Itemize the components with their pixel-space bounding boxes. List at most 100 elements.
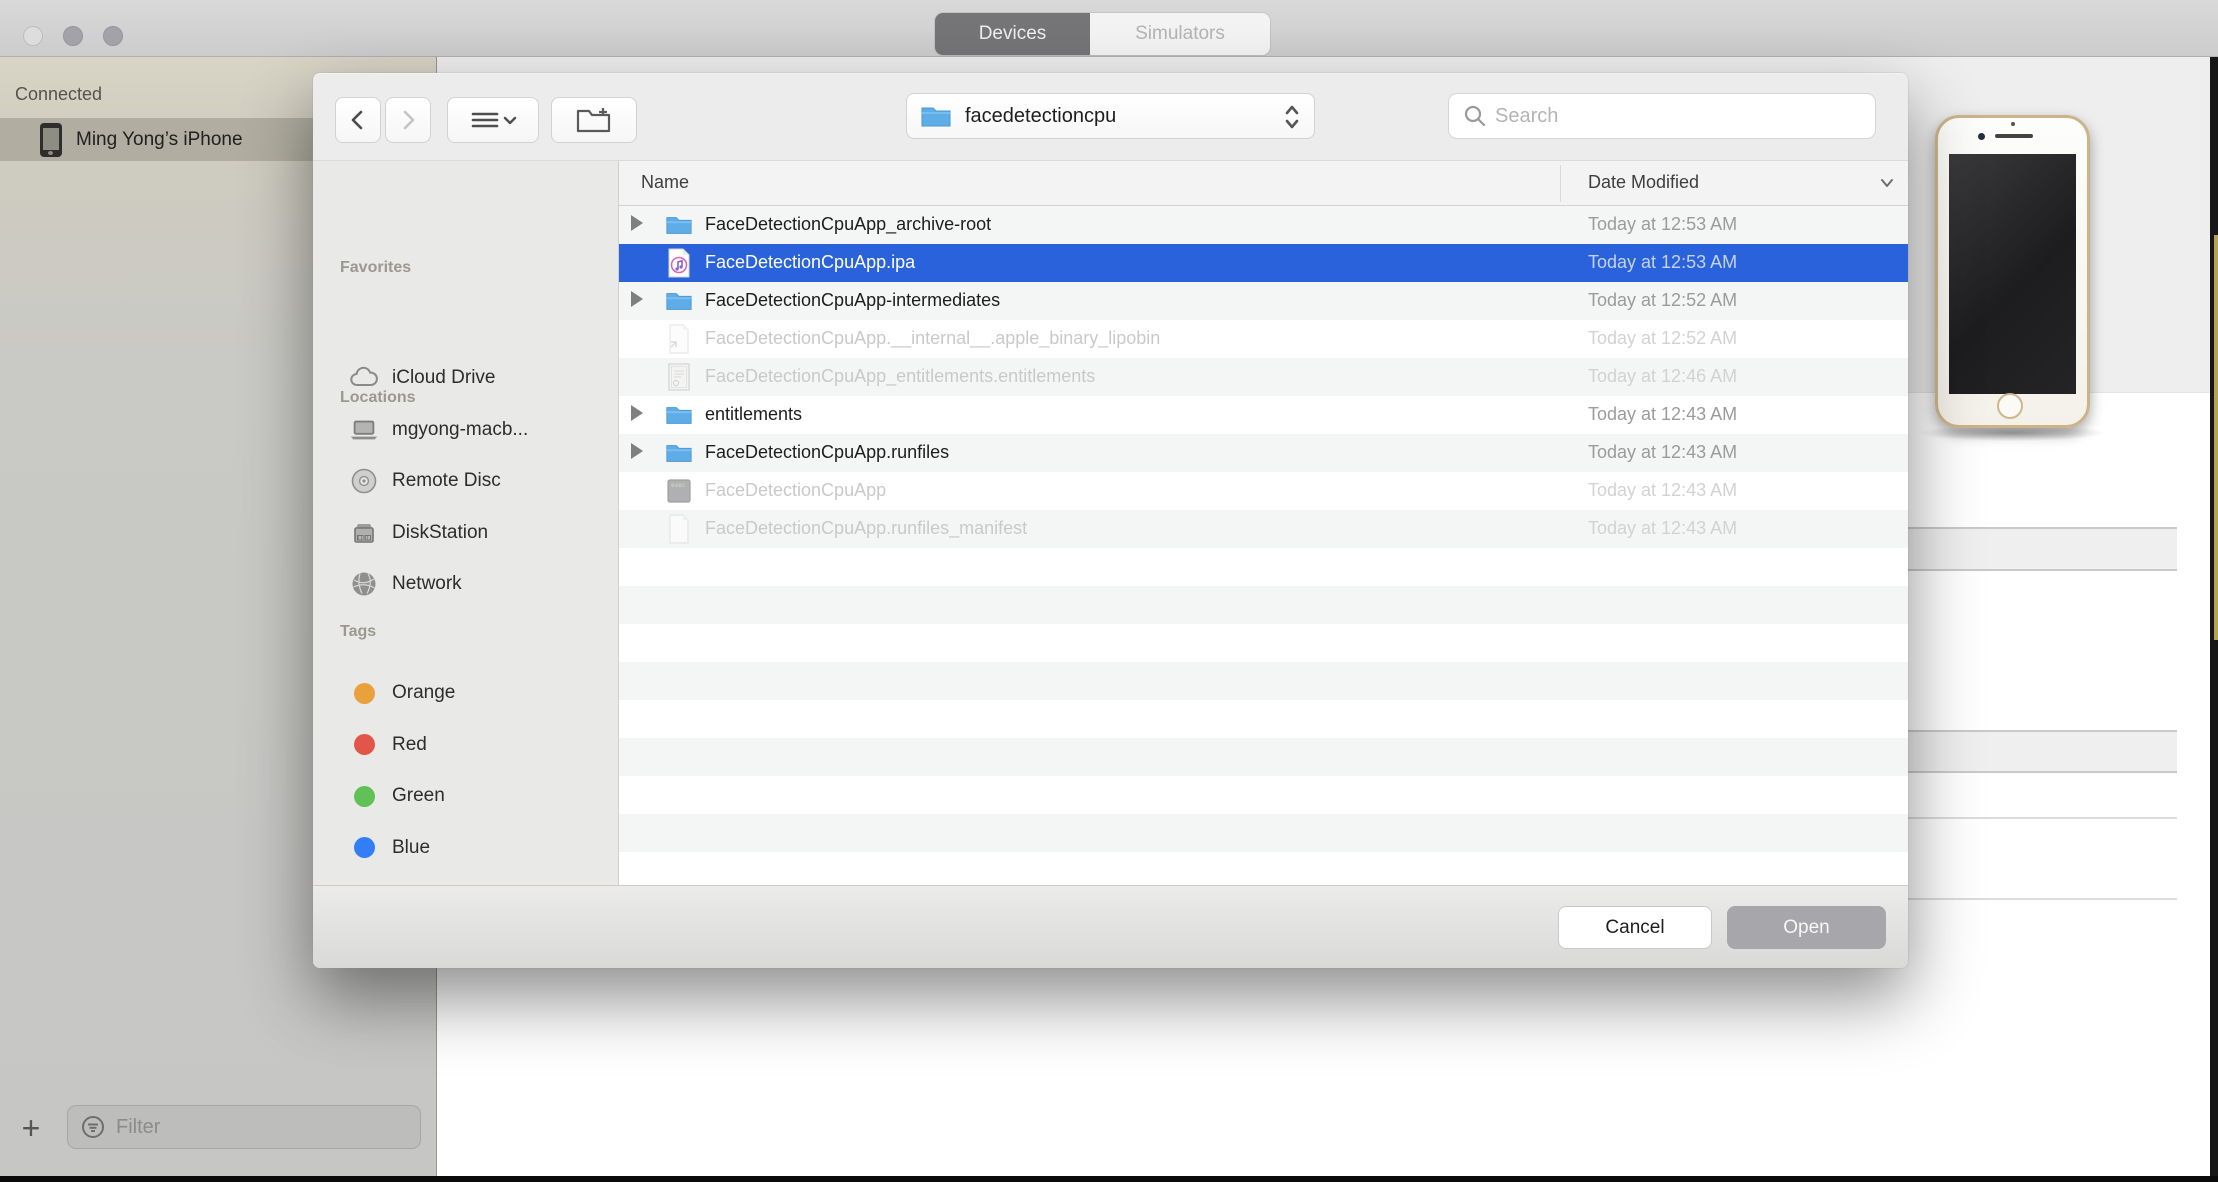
disclosure-triangle-icon[interactable] bbox=[631, 443, 643, 459]
separator-line bbox=[1908, 817, 2177, 819]
file-name: FaceDetectionCpuApp.__internal__.apple_b… bbox=[705, 328, 1160, 349]
background-window-accent bbox=[2214, 235, 2218, 640]
sidebar-item-diskstation[interactable]: DiskStation bbox=[313, 513, 619, 553]
search-field[interactable] bbox=[1448, 93, 1876, 139]
tag-color-icon bbox=[349, 678, 379, 708]
add-device-button[interactable]: + bbox=[14, 1111, 48, 1145]
back-button[interactable] bbox=[335, 97, 381, 143]
tag-color-icon bbox=[349, 833, 379, 863]
dialog-sidebar-section-label: Favorites bbox=[340, 259, 411, 277]
file-row[interactable]: FaceDetectionCpuApp_entitlements.entitle… bbox=[619, 358, 1908, 396]
forward-button[interactable] bbox=[385, 97, 431, 143]
file-name: FaceDetectionCpuApp bbox=[705, 480, 886, 501]
file-date-modified: Today at 12:43 AM bbox=[1588, 518, 1737, 539]
open-button[interactable]: Open bbox=[1727, 906, 1886, 949]
file-row[interactable]: entitlementsToday at 12:43 AM bbox=[619, 396, 1908, 434]
folder-icon bbox=[665, 287, 693, 315]
device-name-label: Ming Yong’s iPhone bbox=[76, 129, 243, 151]
file-name: entitlements bbox=[705, 404, 802, 425]
open-file-dialog: facedetectioncpu FavoritesLocationsiClou… bbox=[313, 73, 1908, 968]
entitlements-icon bbox=[665, 363, 693, 391]
file-row[interactable]: exec FaceDetectionCpuApp Today at 12:43 AM bbox=[619, 472, 1908, 510]
sidebar-item-blue[interactable]: Blue bbox=[313, 828, 619, 868]
separator-line bbox=[1908, 898, 2177, 900]
file-date-modified: Today at 12:52 AM bbox=[1588, 290, 1737, 311]
file-date-modified: Today at 12:53 AM bbox=[1588, 214, 1737, 235]
search-input[interactable] bbox=[1495, 105, 1825, 128]
connected-section-label: Connected bbox=[15, 84, 102, 105]
sidebar-item-red[interactable]: Red bbox=[313, 725, 619, 765]
sidebar-item-orange[interactable]: Orange bbox=[313, 673, 619, 713]
disc-icon bbox=[349, 466, 379, 496]
disclosure-triangle-icon[interactable] bbox=[631, 291, 643, 307]
empty-row bbox=[619, 662, 1908, 700]
empty-row bbox=[619, 814, 1908, 852]
empty-row bbox=[619, 852, 1908, 885]
dialog-sidebar-section-label: Tags bbox=[340, 623, 376, 641]
iphone-icon bbox=[40, 123, 62, 157]
disclosure-triangle-icon[interactable] bbox=[631, 215, 643, 231]
dialog-sidebar: FavoritesLocationsiCloud Drivemgyong-mac… bbox=[313, 160, 619, 885]
current-folder-popup[interactable]: facedetectioncpu bbox=[906, 93, 1315, 139]
tag-color-icon bbox=[349, 730, 379, 760]
filter-placeholder: Filter bbox=[116, 1116, 160, 1139]
sidebar-item-green[interactable]: Green bbox=[313, 776, 619, 816]
empty-row bbox=[619, 700, 1908, 738]
window-titlebar: Devices Simulators bbox=[0, 0, 2218, 57]
sidebar-item-label: mgyong-macb... bbox=[392, 419, 528, 441]
sidebar-item-icloud-drive[interactable]: iCloud Drive bbox=[313, 358, 619, 398]
filter-field[interactable]: Filter bbox=[67, 1105, 421, 1149]
sidebar-item-remote-disc[interactable]: Remote Disc bbox=[313, 461, 619, 501]
cloud-icon bbox=[349, 363, 379, 393]
file-row[interactable]: FaceDetectionCpuApp-intermediatesToday a… bbox=[619, 282, 1908, 320]
ipa-icon bbox=[665, 249, 693, 277]
new-folder-button[interactable] bbox=[551, 97, 637, 143]
section-header-band bbox=[1908, 730, 2177, 773]
sort-chevron-icon bbox=[1877, 175, 1897, 191]
document-icon bbox=[665, 515, 693, 543]
sidebar-item-network[interactable]: Network bbox=[313, 564, 619, 604]
svg-text:exec: exec bbox=[671, 482, 686, 489]
folder-icon bbox=[665, 211, 693, 239]
file-name: FaceDetectionCpuApp.ipa bbox=[705, 252, 915, 273]
close-window-button[interactable] bbox=[23, 26, 43, 46]
file-name: FaceDetectionCpuApp_archive-root bbox=[705, 214, 991, 235]
executable-icon: exec bbox=[665, 477, 693, 505]
laptop-icon bbox=[349, 415, 379, 445]
current-folder-label: facedetectioncpu bbox=[965, 105, 1116, 128]
column-divider[interactable] bbox=[1560, 165, 1561, 202]
file-date-modified: Today at 12:43 AM bbox=[1588, 480, 1737, 501]
file-date-modified: Today at 12:53 AM bbox=[1588, 252, 1737, 273]
devices-simulators-tab-group: Devices Simulators bbox=[935, 13, 1270, 55]
zoom-window-button[interactable] bbox=[103, 26, 123, 46]
cancel-button[interactable]: Cancel bbox=[1558, 906, 1712, 949]
file-name: FaceDetectionCpuApp.runfiles bbox=[705, 442, 949, 463]
section-header-band bbox=[1908, 527, 2177, 571]
file-row[interactable]: FaceDetectionCpuApp_archive-root Today at… bbox=[619, 206, 1908, 244]
iphone-illustration bbox=[1935, 115, 2090, 428]
sidebar-item-mgyong-macb[interactable]: mgyong-macb... bbox=[313, 410, 619, 450]
file-row[interactable]: FaceDetectionCpuApp.__internal__.apple_b… bbox=[619, 320, 1908, 358]
home-button bbox=[1997, 393, 2023, 419]
file-row[interactable]: FaceDetectionCpuApp.ipa Today at 12:53 AM bbox=[619, 244, 1908, 282]
file-row[interactable]: FaceDetectionCpuApp.runfiles_manifestTod… bbox=[619, 510, 1908, 548]
sensor-dot bbox=[2011, 122, 2015, 126]
folder-icon bbox=[665, 439, 693, 467]
minimize-window-button[interactable] bbox=[63, 26, 83, 46]
empty-row bbox=[619, 776, 1908, 814]
empty-row bbox=[619, 624, 1908, 662]
column-header-name[interactable]: Name bbox=[641, 172, 689, 193]
tab-simulators[interactable]: Simulators bbox=[1090, 13, 1270, 55]
popup-chevrons-icon bbox=[1282, 102, 1302, 132]
tab-devices[interactable]: Devices bbox=[935, 13, 1090, 55]
sidebar-item-label: Green bbox=[392, 785, 445, 807]
column-header-date-modified[interactable]: Date Modified bbox=[1588, 172, 1699, 193]
tag-color-icon bbox=[349, 781, 379, 811]
file-row[interactable]: FaceDetectionCpuApp.runfilesToday at 12:… bbox=[619, 434, 1908, 472]
search-icon bbox=[1463, 104, 1487, 128]
screen-bottom-edge bbox=[0, 1176, 2218, 1182]
sidebar-filter-bar: + Filter bbox=[0, 1105, 437, 1151]
view-options-button[interactable] bbox=[447, 97, 539, 143]
sidebar-item-label: Remote Disc bbox=[392, 470, 501, 492]
disclosure-triangle-icon[interactable] bbox=[631, 405, 643, 421]
